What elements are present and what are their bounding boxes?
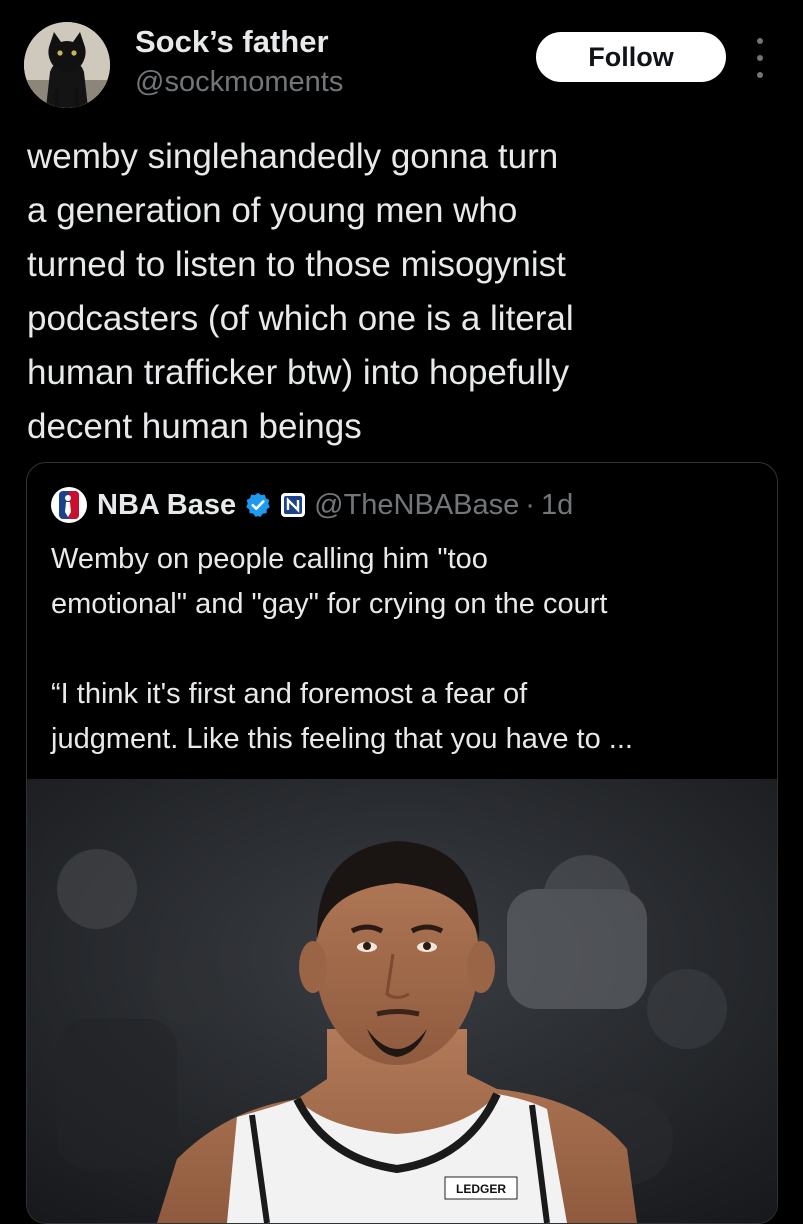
quoted-handle[interactable]: @TheNBABase — [314, 489, 519, 522]
dot — [757, 55, 763, 61]
meta-separator: · — [525, 488, 535, 521]
quoted-tweet-header: NBA Base @TheNBABase · 1d — [51, 485, 573, 525]
author-handle[interactable]: @sockmoments — [135, 66, 343, 99]
tweet-text: wemby singlehandedly gonna turn a genera… — [27, 137, 574, 446]
nba-logo-icon — [59, 491, 79, 519]
verified-badge-icon — [246, 492, 270, 518]
jersey-sponsor-text: LEDGER — [456, 1182, 506, 1196]
more-dots-icon[interactable] — [752, 38, 768, 78]
nba-affiliate-icon — [281, 493, 306, 517]
follow-button[interactable]: Follow — [536, 32, 726, 82]
tweet-header: Sock’s father @sockmoments Follow — [0, 0, 803, 120]
dot — [757, 38, 763, 44]
dot — [757, 72, 763, 78]
basketball-player-photo[interactable]: LEDGER — [27, 779, 777, 1223]
nba-base-avatar[interactable] — [51, 487, 87, 523]
author-display-name[interactable]: Sock’s father — [135, 24, 329, 60]
quoted-timestamp[interactable]: 1d — [541, 489, 573, 522]
player-photo-illustration: LEDGER — [27, 779, 777, 1223]
author-avatar[interactable] — [24, 22, 110, 108]
quoted-display-name[interactable]: NBA Base — [97, 489, 236, 522]
black-cat-avatar-icon — [24, 22, 110, 108]
quoted-tweet-text: Wemby on people calling him "too emotion… — [51, 543, 633, 755]
quoted-tweet-card[interactable]: NBA Base @TheNBABase · 1d Wemby on peopl… — [26, 462, 778, 1224]
